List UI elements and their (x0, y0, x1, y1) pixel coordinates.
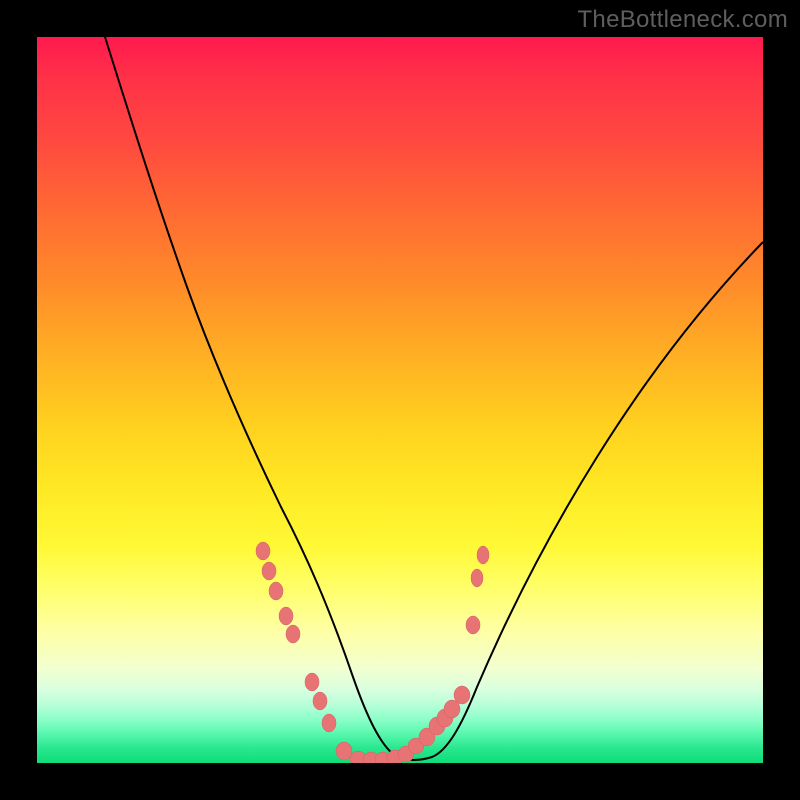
plot-area (37, 37, 763, 763)
watermark-label: TheBottleneck.com (577, 6, 788, 34)
marker (269, 582, 283, 600)
marker-group (256, 542, 489, 763)
marker (313, 692, 327, 710)
chart-frame: TheBottleneck.com (0, 0, 800, 800)
marker (262, 562, 276, 580)
marker (256, 542, 270, 560)
bottleneck-curve (37, 37, 763, 763)
marker (454, 686, 470, 704)
marker (477, 546, 489, 564)
marker (322, 714, 336, 732)
marker (336, 742, 352, 760)
marker (471, 569, 483, 587)
curve-path (105, 37, 763, 760)
marker (286, 625, 300, 643)
marker (466, 616, 480, 634)
marker (305, 673, 319, 691)
marker (279, 607, 293, 625)
